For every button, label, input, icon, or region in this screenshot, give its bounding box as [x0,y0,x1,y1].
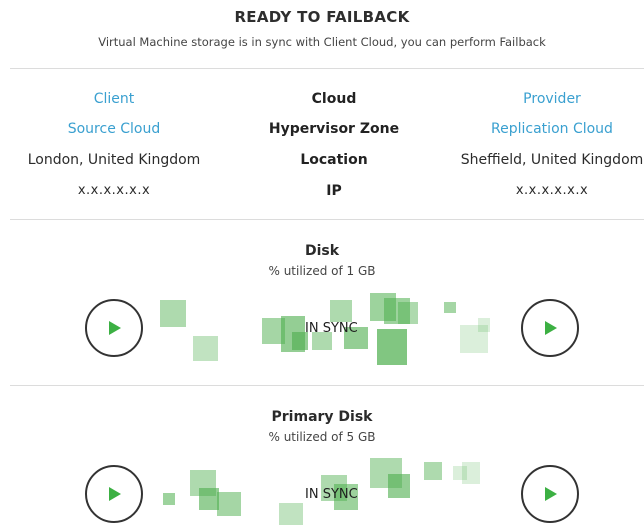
sync-block [462,462,480,484]
sync-block [163,493,175,505]
sync-block [217,492,241,516]
sync-block [388,474,410,498]
primary-disk-sync-visualization [0,0,644,525]
primary-disk-sync-status: IN SYNC [305,487,358,502]
sync-block [424,462,442,480]
sync-block [199,488,219,510]
sync-block [279,503,303,525]
